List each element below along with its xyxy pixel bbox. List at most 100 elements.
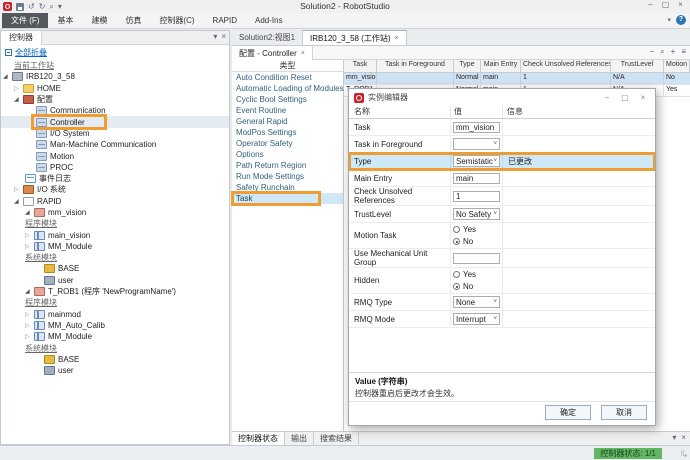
tree-item[interactable]: MM_Module	[1, 241, 229, 252]
type-list-item[interactable]: Event Routine	[232, 105, 343, 116]
controller-panel-tab[interactable]: 控制器	[1, 31, 42, 45]
tree-item[interactable]: T_ROB1 (程序 'NewProgramName')	[1, 286, 229, 297]
property-row[interactable]: Use Mechanical Unit Group	[349, 249, 655, 268]
tree-expander-icon[interactable]	[25, 243, 34, 250]
text-input[interactable]	[453, 253, 500, 264]
tree-item[interactable]: 程序模块	[1, 218, 229, 229]
zoom-in-icon[interactable]: +	[671, 47, 676, 57]
radio-option[interactable]: No	[453, 281, 500, 292]
tree-item[interactable]: PROC	[1, 162, 229, 173]
type-list-item[interactable]: Run Mode Settings	[232, 171, 343, 182]
minimize-button[interactable]: –	[643, 0, 658, 11]
tree-expander-icon[interactable]	[14, 85, 23, 92]
document-tab[interactable]: Solution2:视图1	[232, 30, 303, 45]
help-icon[interactable]: ?	[676, 15, 686, 25]
ribbon-tab[interactable]: 控制器(C)	[150, 13, 203, 28]
tree-item[interactable]: mainmod	[1, 309, 229, 320]
cancel-button[interactable]: 取消	[601, 405, 647, 420]
tab-close-icon[interactable]: ×	[395, 31, 399, 46]
tree-item[interactable]: I/O System	[1, 128, 229, 139]
tree-expander-icon[interactable]	[25, 209, 34, 216]
radio-option[interactable]: Yes	[453, 269, 500, 280]
property-row[interactable]: RMQ Type None ˅	[349, 294, 655, 311]
maximize-button[interactable]: ▢	[658, 0, 673, 11]
tree-item[interactable]: 配置	[1, 94, 229, 105]
tree-expander-icon[interactable]	[25, 322, 34, 329]
tree-item[interactable]: user	[1, 365, 229, 376]
text-input[interactable]: main	[453, 173, 500, 184]
text-input[interactable]: 1	[453, 191, 500, 202]
tree-item[interactable]: RAPID	[1, 196, 229, 207]
tree-expander-icon[interactable]	[25, 232, 34, 239]
dropdown[interactable]: Semistatic ˅	[453, 155, 500, 167]
tree-item[interactable]: MM_Auto_Calib	[1, 320, 229, 331]
tree-expander-icon[interactable]	[25, 288, 34, 295]
dialog-title-bar[interactable]: 实例编辑器 – ▢ ×	[349, 89, 655, 106]
type-list-item[interactable]: Cyclic Bool Settings	[232, 94, 343, 105]
dropdown[interactable]: Interrupt ˅	[453, 313, 500, 325]
tree-item[interactable]: 事件日志	[1, 173, 229, 184]
ribbon-tab[interactable]: RAPID	[204, 13, 246, 28]
type-list-item[interactable]: ModPos Settings	[232, 127, 343, 138]
tree-item[interactable]: IRB120_3_58	[1, 71, 229, 82]
tree-expander-icon[interactable]	[14, 186, 23, 193]
tree-item[interactable]: main_vision	[1, 229, 229, 240]
tree-expander-icon[interactable]	[14, 96, 23, 103]
config-controller-tab[interactable]: 配置 - Controller ×	[232, 46, 313, 60]
property-row[interactable]: Motion Task YesNo	[349, 223, 655, 249]
type-list-item[interactable]: Task	[232, 193, 343, 204]
type-list-item[interactable]: Automatic Loading of Modules	[232, 83, 343, 94]
collapse-all-link[interactable]: 全部折叠	[15, 47, 47, 58]
bottom-tab[interactable]: 控制器状态	[232, 432, 285, 445]
type-list-item[interactable]: General Rapid	[232, 116, 343, 127]
ribbon-tab[interactable]: 基本	[48, 13, 82, 28]
tree-item[interactable]: Man-Machine Communication	[1, 139, 229, 150]
property-row[interactable]: Task in Foreground ˅	[349, 136, 655, 153]
tree-item[interactable]: BASE	[1, 354, 229, 365]
tree-item[interactable]: 系统模块	[1, 342, 229, 353]
collapse-all-row[interactable]: 全部折叠	[1, 46, 229, 59]
type-list-item[interactable]: Path Return Region	[232, 160, 343, 171]
tree-item[interactable]: user	[1, 275, 229, 286]
property-row[interactable]: Check Unsolved References 1	[349, 187, 655, 206]
tree-item[interactable]: mm_vision	[1, 207, 229, 218]
tree-item[interactable]: HOME	[1, 83, 229, 94]
tree-expander-icon[interactable]	[25, 333, 34, 340]
tree-item[interactable]: 程序模块	[1, 297, 229, 308]
tree-item[interactable]: Communication	[1, 105, 229, 116]
type-list-item[interactable]: Auto Condition Reset	[232, 72, 343, 83]
table-row[interactable]: mm_visionNormalmain1N/ANo	[344, 73, 690, 85]
ribbon-tab[interactable]: 仿真	[116, 13, 150, 28]
property-row[interactable]: TrustLevel No Safety ˅	[349, 206, 655, 223]
panel-close-icon[interactable]: ×	[221, 32, 226, 41]
type-list-item[interactable]: Options	[232, 149, 343, 160]
ribbon-tab[interactable]: 建模	[82, 13, 116, 28]
property-row[interactable]: Task mm_vision	[349, 119, 655, 136]
pin-icon[interactable]: ▾	[672, 433, 676, 442]
tree-item[interactable]: 当前工作站	[1, 60, 229, 71]
tree-item[interactable]: MM_Module	[1, 331, 229, 342]
dropdown[interactable]: No Safety ˅	[453, 208, 500, 220]
property-row[interactable]: Hidden YesNo	[349, 268, 655, 294]
dialog-minimize-icon[interactable]: –	[600, 93, 614, 102]
search-icon[interactable]: ⌕	[660, 47, 664, 57]
resize-grip[interactable]: ⠿	[680, 450, 688, 458]
ribbon-tab[interactable]: Add-Ins	[246, 13, 292, 28]
zoom-out-icon[interactable]: −	[650, 47, 655, 57]
dialog-maximize-icon[interactable]: ▢	[618, 93, 632, 102]
tree-expander-icon[interactable]	[3, 73, 12, 80]
tree-item[interactable]: 系统模块	[1, 252, 229, 263]
property-row[interactable]: Main Entry main	[349, 170, 655, 187]
tree-item[interactable]: I/O 系统	[1, 184, 229, 195]
ribbon-tab[interactable]: 文件 (F)	[2, 13, 48, 28]
pin-icon[interactable]: ▾	[213, 32, 217, 41]
tree-item[interactable]: Controller	[1, 116, 229, 127]
text-input[interactable]: mm_vision	[453, 122, 500, 133]
radio-option[interactable]: Yes	[453, 224, 500, 235]
ribbon-collapse-icon[interactable]: ▾	[667, 16, 671, 24]
bottom-tab[interactable]: 输出	[285, 432, 314, 445]
tree-expander-icon[interactable]	[14, 198, 23, 205]
radio-option[interactable]: No	[453, 236, 500, 247]
config-tab-close-icon[interactable]: ×	[301, 47, 305, 60]
dropdown[interactable]: None ˅	[453, 296, 500, 308]
